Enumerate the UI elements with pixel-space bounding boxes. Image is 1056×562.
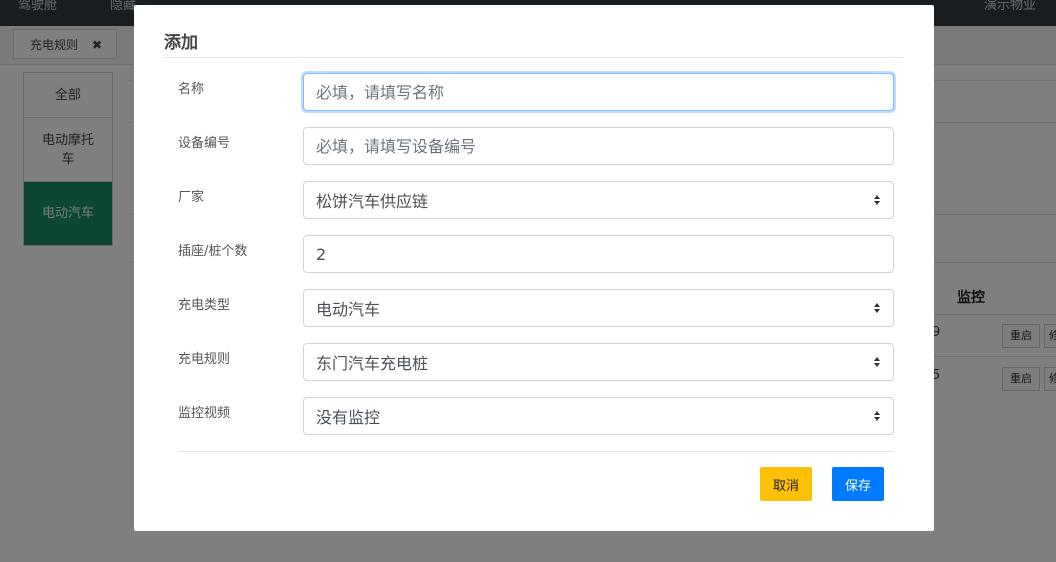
charge-rule-select[interactable]: 东门汽车充电桩	[303, 343, 894, 381]
form-row-monitor-video: 监控视频 没有监控	[178, 397, 894, 435]
form-row-device-no: 设备编号	[178, 127, 894, 165]
save-button[interactable]: 保存	[832, 467, 884, 501]
field-label: 插座/桩个数	[178, 244, 248, 259]
field-label: 名称	[178, 82, 205, 97]
add-dialog: 添加 名称 设备编号 厂家 松饼汽车供应链 插座/桩个数 充电类型 电动汽车 充…	[134, 5, 934, 531]
field-label: 充电规则	[178, 352, 231, 367]
field-label: 设备编号	[178, 136, 231, 151]
socket-count-input[interactable]	[303, 235, 894, 273]
field-label: 监控视频	[178, 406, 231, 421]
form-row-charge-rule: 充电规则 东门汽车充电桩	[178, 343, 894, 381]
divider	[164, 57, 904, 58]
monitor-video-select[interactable]: 没有监控	[303, 397, 894, 435]
cancel-button[interactable]: 取消	[760, 467, 812, 501]
select-arrows-icon	[873, 357, 881, 367]
select-value: 松饼汽车供应链	[316, 192, 429, 211]
divider	[178, 451, 894, 452]
vendor-select[interactable]: 松饼汽车供应链	[303, 181, 894, 219]
select-value: 东门汽车充电桩	[316, 354, 429, 373]
form-row-sockets: 插座/桩个数	[178, 235, 894, 273]
select-arrows-icon	[873, 411, 881, 421]
dialog-title: 添加	[164, 33, 198, 53]
form-row-name: 名称	[178, 73, 894, 111]
select-arrows-icon	[873, 195, 881, 205]
select-value: 没有监控	[316, 408, 381, 427]
form-row-vendor: 厂家 松饼汽车供应链	[178, 181, 894, 219]
field-label: 充电类型	[178, 298, 231, 313]
form-row-charge-type: 充电类型 电动汽车	[178, 289, 894, 327]
device-number-input[interactable]	[303, 127, 894, 165]
name-input[interactable]	[303, 73, 894, 111]
charge-type-select[interactable]: 电动汽车	[303, 289, 894, 327]
select-value: 电动汽车	[316, 300, 381, 319]
select-arrows-icon	[873, 303, 881, 313]
field-label: 厂家	[178, 190, 205, 205]
